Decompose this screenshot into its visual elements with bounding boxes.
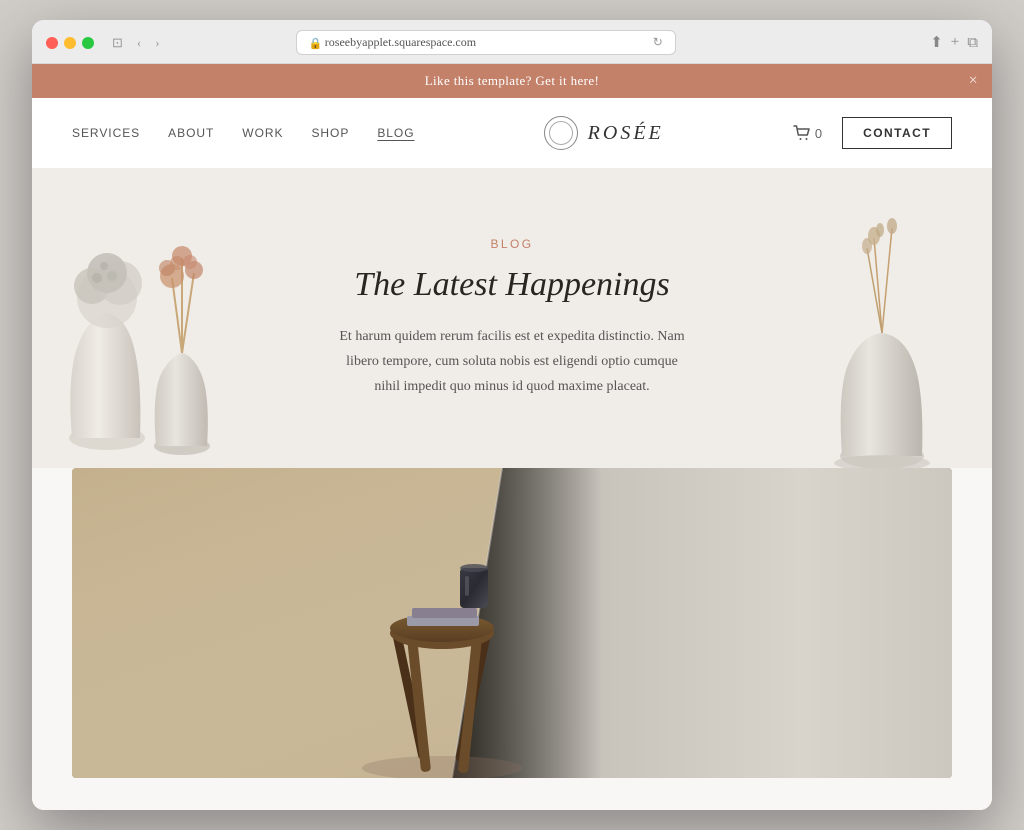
traffic-lights [46, 37, 94, 49]
hero-left-decoration [52, 198, 272, 468]
blog-image-section [32, 468, 992, 778]
hero-title: The Latest Happenings [332, 265, 692, 306]
contact-button[interactable]: CONTACT [842, 117, 952, 149]
url-text: roseebyapplet.squarespace.com [325, 35, 476, 50]
blog-image-inner [72, 468, 952, 778]
back-button[interactable]: ‹ [133, 33, 145, 53]
logo-text: ROSÉE [588, 122, 664, 145]
lock-icon: 🔒 [309, 37, 319, 49]
browser-navigation: ⊡ ‹ › [108, 33, 164, 53]
maximize-window-button[interactable] [82, 37, 94, 49]
forward-button[interactable]: › [151, 33, 163, 53]
navbar: SERVICES ABOUT WORK SHOP BLOG ROSÉE 0 [32, 98, 992, 168]
site-logo[interactable]: ROSÉE [544, 116, 664, 150]
refresh-icon[interactable]: ↻ [653, 35, 663, 50]
hero-description: Et harum quidem rerum facilis est et exp… [332, 324, 692, 400]
banner-close-button[interactable]: × [969, 72, 978, 90]
nav-item-shop[interactable]: SHOP [311, 126, 349, 140]
hero-right-decoration [802, 208, 962, 468]
minimize-window-button[interactable] [64, 37, 76, 49]
address-bar[interactable]: 🔒 roseebyapplet.squarespace.com ↻ [296, 30, 676, 55]
nav-links: SERVICES ABOUT WORK SHOP BLOG [72, 126, 415, 140]
nav-item-work[interactable]: WORK [242, 126, 283, 140]
cart-button[interactable]: 0 [793, 125, 822, 141]
logo-circle-icon [544, 116, 578, 150]
nav-item-about[interactable]: ABOUT [168, 126, 214, 140]
right-vase-svg [802, 208, 962, 468]
left-vases-svg [52, 198, 272, 468]
nav-item-blog[interactable]: BLOG [377, 126, 414, 140]
website-content: Like this template? Get it here! × SERVI… [32, 64, 992, 810]
blog-scene-svg [72, 468, 952, 778]
announcement-banner: Like this template? Get it here! × [32, 64, 992, 98]
copy-icon[interactable]: ⧉ [967, 34, 978, 52]
banner-text: Like this template? Get it here! [425, 73, 600, 89]
browser-chrome: ⊡ ‹ › 🔒 roseebyapplet.squarespace.com ↻ … [32, 20, 992, 64]
cart-count: 0 [815, 126, 822, 141]
nav-item-services[interactable]: SERVICES [72, 126, 140, 140]
hero-text-block: BLOG The Latest Happenings Et harum quid… [332, 237, 692, 399]
cart-icon [793, 125, 811, 141]
browser-window: ⊡ ‹ › 🔒 roseebyapplet.squarespace.com ↻ … [32, 20, 992, 810]
nav-right-controls: 0 CONTACT [793, 117, 952, 149]
close-window-button[interactable] [46, 37, 58, 49]
hero-tag: BLOG [332, 237, 692, 251]
hero-section: BLOG The Latest Happenings Et harum quid… [32, 168, 992, 468]
share-icon[interactable]: ⬆ [930, 33, 943, 52]
blog-featured-image [72, 468, 952, 778]
new-tab-icon[interactable]: + [951, 34, 959, 51]
browser-right-controls: ⬆ + ⧉ [930, 33, 978, 52]
tab-view-icon[interactable]: ⊡ [108, 33, 127, 53]
